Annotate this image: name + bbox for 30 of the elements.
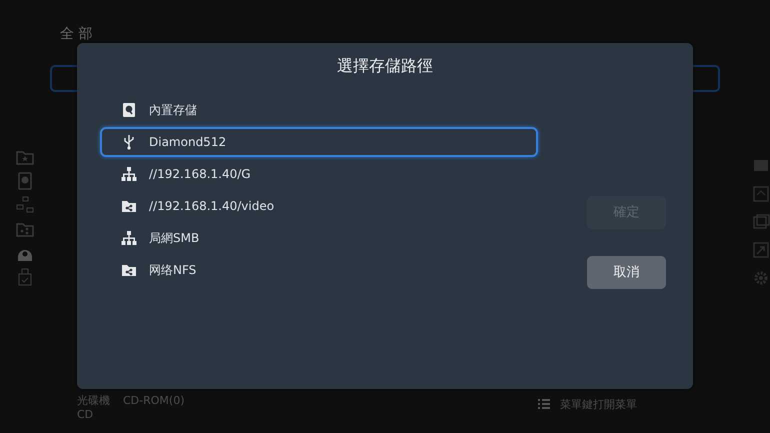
option-label: 內置存儲: [149, 102, 197, 119]
menu-icon: [538, 398, 550, 410]
storage-option[interactable]: 內置存儲: [100, 95, 538, 125]
option-label: 网络NFS: [149, 262, 196, 279]
drive-value: CD-ROM(0): [123, 393, 184, 409]
folder-share-icon: [121, 262, 137, 278]
hard-drive-icon[interactable]: [16, 172, 34, 190]
option-label: //192.168.1.40/video: [149, 198, 274, 215]
network-icon[interactable]: [16, 196, 34, 214]
option-label: //192.168.1.40/G: [149, 166, 251, 183]
storage-option[interactable]: Diamond512: [100, 127, 538, 157]
option-label: Diamond512: [149, 134, 226, 151]
folder-share-icon: [121, 198, 137, 214]
storage-option[interactable]: //192.168.1.40/G: [100, 159, 538, 189]
network-icon: [121, 166, 137, 182]
storage-option[interactable]: 网络NFS: [100, 255, 538, 285]
menu-hint: 菜單鍵打開菜單: [560, 397, 637, 413]
dialog-button[interactable]: 取消: [587, 256, 666, 289]
breadcrumb: 全 部: [60, 27, 92, 41]
drive-label: 光碟機: [77, 393, 110, 409]
dialog-title: 選擇存儲路徑: [336, 55, 434, 77]
windows-icon[interactable]: [752, 213, 770, 231]
usb-drive-icon[interactable]: [16, 268, 34, 286]
network-icon: [121, 230, 137, 246]
storage-option[interactable]: 局網SMB: [100, 223, 538, 253]
drive-type: CD: [77, 407, 94, 423]
hard-drive-icon: [121, 102, 137, 118]
storage-option[interactable]: //192.168.1.40/video: [100, 191, 538, 221]
settings-icon[interactable]: [752, 269, 770, 287]
option-label: 局網SMB: [149, 230, 200, 247]
